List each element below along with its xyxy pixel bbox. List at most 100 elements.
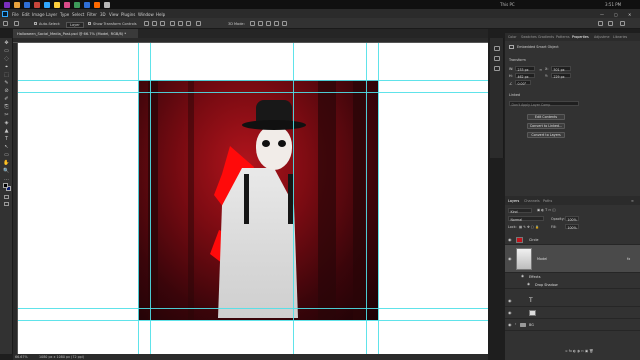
eyedropper-tool-icon[interactable]: ✎ bbox=[2, 80, 11, 86]
align-middle-icon[interactable] bbox=[178, 21, 183, 26]
layer-row-group[interactable]: ◉ bbox=[505, 307, 640, 319]
character-icon[interactable] bbox=[494, 66, 500, 71]
3d-scale-icon[interactable] bbox=[282, 21, 287, 26]
app-icon-9[interactable] bbox=[84, 1, 90, 8]
zoom-tool-icon[interactable]: 🔍 bbox=[2, 168, 11, 174]
distribute-icon[interactable] bbox=[196, 21, 201, 26]
effect-visibility-icon[interactable]: ◉ bbox=[527, 282, 530, 286]
marquee-tool-icon[interactable]: ▭ bbox=[2, 48, 11, 54]
menu-layer[interactable]: Layer bbox=[46, 12, 57, 17]
auto-select-checkbox[interactable] bbox=[34, 22, 37, 25]
visibility-eye-icon[interactable]: ◉ bbox=[508, 298, 512, 303]
guide-horizontal[interactable] bbox=[18, 92, 488, 93]
convert-to-layers-button[interactable]: Convert to Layers bbox=[527, 132, 565, 138]
layer-name[interactable]: BG bbox=[529, 323, 534, 327]
convert-to-linked-button[interactable]: Convert to Linked... bbox=[527, 123, 565, 129]
eraser-tool-icon[interactable]: ✂ bbox=[2, 112, 11, 118]
app-icon-1[interactable] bbox=[4, 1, 10, 8]
3d-rotate-icon[interactable] bbox=[250, 21, 255, 26]
fill-field[interactable]: 100% bbox=[565, 224, 579, 230]
angle-field[interactable]: 0.00° bbox=[515, 80, 531, 86]
y-field[interactable]: 229 px bbox=[551, 73, 571, 79]
menu-plugins[interactable]: Plugins bbox=[121, 12, 135, 17]
menu-file[interactable]: File bbox=[12, 12, 19, 17]
layer-effects-row[interactable]: ◉ Effects bbox=[505, 273, 640, 281]
share-icon[interactable] bbox=[620, 21, 625, 26]
visibility-eye-icon[interactable]: ◉ bbox=[508, 310, 512, 315]
blend-mode-dropdown[interactable]: Normal bbox=[508, 216, 544, 222]
opacity-field[interactable]: 100% bbox=[565, 216, 579, 222]
minimize-icon[interactable]: — bbox=[600, 12, 604, 17]
app-icon-6[interactable] bbox=[54, 1, 60, 8]
app-icon-3[interactable] bbox=[24, 1, 30, 8]
maximize-icon[interactable]: ▢ bbox=[614, 12, 618, 17]
photoshop-icon[interactable] bbox=[44, 1, 50, 8]
layer-name[interactable]: Circle bbox=[529, 238, 539, 242]
3d-slide-icon[interactable] bbox=[274, 21, 279, 26]
hand-tool-icon[interactable]: ✋ bbox=[2, 160, 11, 166]
path-select-tool-icon[interactable]: ↖ bbox=[2, 144, 11, 150]
close-icon[interactable]: ✕ bbox=[628, 12, 631, 17]
width-field[interactable]: 233 px bbox=[515, 66, 535, 72]
document-info[interactable]: 1080 px x 1080 px (72 ppi) bbox=[39, 355, 84, 359]
object-select-tool-icon[interactable]: ⌖ bbox=[2, 64, 11, 70]
workspace-icon[interactable] bbox=[608, 21, 613, 26]
menu-filter[interactable]: Filter bbox=[87, 12, 97, 17]
layer-dropdown[interactable]: Layer bbox=[66, 21, 84, 28]
menu-3d[interactable]: 3D bbox=[100, 12, 106, 17]
guide-horizontal[interactable] bbox=[18, 320, 488, 321]
layer-effect-drop-shadow[interactable]: ◉ Drop Shadow bbox=[505, 281, 640, 289]
tab-properties[interactable]: Properties bbox=[572, 35, 589, 39]
document-tab[interactable]: Halloween_Social_Media_Post.psd @ 66.7% … bbox=[13, 29, 138, 38]
app-icon-11[interactable] bbox=[104, 1, 110, 8]
move-tool-icon[interactable] bbox=[14, 21, 19, 26]
visibility-eye-icon[interactable]: ◉ bbox=[508, 256, 512, 261]
move-tool-icon[interactable]: ✥ bbox=[2, 40, 11, 46]
x-field[interactable]: 501 px bbox=[551, 66, 571, 72]
lasso-tool-icon[interactable]: ◌ bbox=[2, 56, 11, 62]
align-center-icon[interactable] bbox=[152, 21, 157, 26]
home-icon[interactable] bbox=[3, 21, 8, 26]
tab-adjustments[interactable]: Adjustme bbox=[594, 35, 610, 39]
menu-type[interactable]: Type bbox=[60, 12, 69, 17]
effects-visibility-icon[interactable]: ◉ bbox=[521, 274, 524, 278]
layer-comp-dropdown[interactable]: Don't Apply Layer Comp bbox=[509, 101, 579, 107]
tab-libraries[interactable]: Libraries bbox=[613, 35, 627, 39]
layer-row-text[interactable]: ◉ T bbox=[505, 295, 640, 307]
3d-drag-icon[interactable] bbox=[266, 21, 271, 26]
app-icon-4[interactable] bbox=[34, 1, 40, 8]
edit-contents-button[interactable]: Edit Contents bbox=[527, 114, 565, 120]
shape-tool-icon[interactable]: ▭ bbox=[2, 152, 11, 158]
filter-kind-dropdown[interactable]: Kind bbox=[508, 208, 532, 214]
tab-channels[interactable]: Channels bbox=[524, 199, 540, 203]
layers-footer-icons[interactable]: ∞ fx ◐ ◑ ▭ ▣ 🗑 bbox=[565, 349, 593, 353]
expand-chevron-icon[interactable]: › bbox=[515, 322, 516, 326]
align-left-icon[interactable] bbox=[144, 21, 149, 26]
pen-tool-icon[interactable]: ▲ bbox=[2, 128, 11, 134]
tab-paths[interactable]: Paths bbox=[543, 199, 552, 203]
guide-horizontal[interactable] bbox=[18, 80, 488, 81]
layer-row-circle[interactable]: ◉ Circle bbox=[505, 235, 640, 245]
type-tool-icon[interactable]: T bbox=[2, 136, 11, 142]
healing-tool-icon[interactable]: ⊘ bbox=[2, 88, 11, 94]
this-pc-label[interactable]: This PC bbox=[500, 2, 515, 7]
more-tools-icon[interactable]: … bbox=[2, 176, 11, 182]
menu-select[interactable]: Select bbox=[72, 12, 84, 17]
app-icon-7[interactable] bbox=[64, 1, 70, 8]
menu-image[interactable]: Image bbox=[32, 12, 45, 17]
visibility-eye-icon[interactable]: ◉ bbox=[508, 237, 512, 242]
transform-controls-checkbox[interactable] bbox=[88, 22, 91, 25]
clock[interactable]: 3:51 PM bbox=[605, 2, 621, 7]
effects-fx-icon[interactable]: fx bbox=[627, 257, 630, 261]
clone-stamp-tool-icon[interactable]: ⎘ bbox=[2, 104, 11, 110]
height-field[interactable]: 462 px bbox=[515, 73, 535, 79]
screen-mode-icon[interactable] bbox=[4, 202, 9, 206]
link-icon[interactable]: ∞ bbox=[539, 67, 542, 72]
search-icon[interactable] bbox=[598, 21, 603, 26]
tab-patterns[interactable]: Patterns bbox=[556, 35, 570, 39]
3d-roll-icon[interactable] bbox=[258, 21, 263, 26]
artboard-image[interactable] bbox=[138, 80, 378, 320]
tab-color[interactable]: Color bbox=[508, 35, 517, 39]
gradient-tool-icon[interactable]: ◈ bbox=[2, 120, 11, 126]
align-bottom-icon[interactable] bbox=[186, 21, 191, 26]
